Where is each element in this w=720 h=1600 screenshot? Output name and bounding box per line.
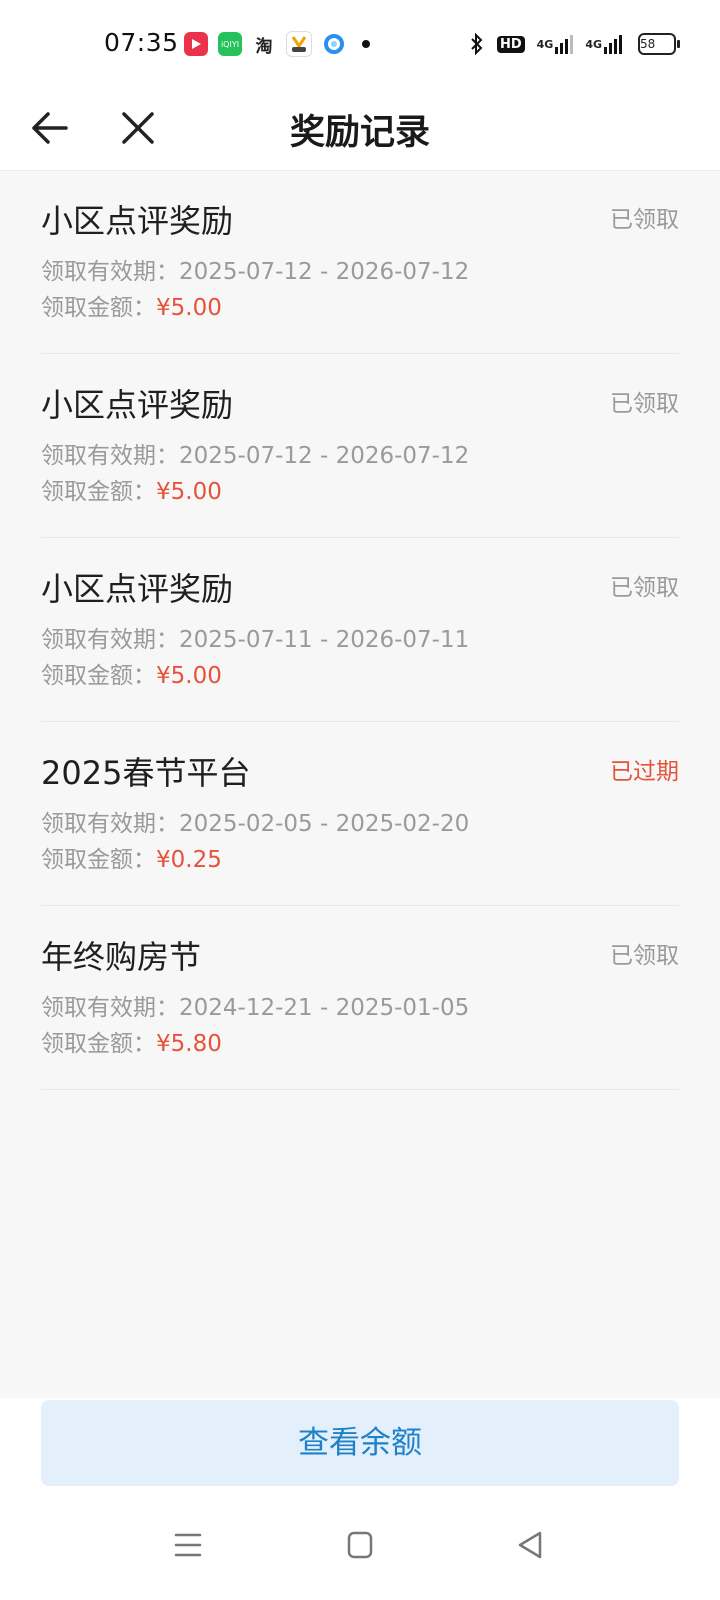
amount-value: ¥5.80 (156, 1031, 222, 1057)
video-app-icon (184, 32, 208, 56)
amount-value: ¥0.25 (156, 847, 222, 873)
status-bar: 07:35 iQIYI 淘 HD 4G 4G 58 (0, 0, 720, 88)
amount-label: 领取金额： (41, 295, 156, 321)
reward-amount: 领取金额：¥5.00 (41, 656, 222, 690)
validity-period: 领取有效期：2025-02-05 - 2025-02-20 (41, 804, 469, 838)
period-label: 领取有效期： (41, 259, 179, 285)
status-badge: 已领取 (610, 943, 679, 969)
amount-label: 领取金额： (41, 479, 156, 505)
back-nav-button[interactable] (510, 1525, 550, 1565)
qq-browser-icon (322, 32, 346, 56)
page-title: 奖励记录 (289, 113, 430, 153)
reward-amount: 领取金额：¥5.80 (41, 1024, 222, 1058)
validity-period: 领取有效期：2025-07-12 - 2026-07-12 (41, 252, 469, 286)
hd-badge: HD (496, 35, 525, 53)
signal-4g-icon: 4G (537, 34, 574, 54)
period-value: 2025-07-12 - 2026-07-12 (179, 443, 470, 469)
period-value: 2025-02-05 - 2025-02-20 (179, 811, 470, 837)
taobao-app-icon: 淘 (255, 36, 273, 57)
reward-title: 小区点评奖励 (41, 386, 234, 424)
validity-period: 领取有效期：2024-12-21 - 2025-01-05 (41, 988, 469, 1022)
reward-amount: 领取金额：¥5.00 (41, 288, 222, 322)
coin-app-icon (286, 31, 312, 57)
home-nav-button[interactable] (340, 1525, 380, 1565)
header: 奖励记录 (0, 88, 720, 171)
validity-period: 领取有效期：2025-07-12 - 2026-07-12 (41, 436, 469, 470)
reward-amount: 领取金额：¥0.25 (41, 840, 222, 874)
reward-title: 小区点评奖励 (41, 570, 234, 608)
notification-dot-icon (362, 40, 370, 48)
list-item: 小区点评奖励 已领取 领取有效期：2025-07-12 - 2026-07-12… (41, 170, 679, 354)
view-balance-button[interactable]: 查看余额 (41, 1400, 679, 1486)
status-badge: 已领取 (610, 391, 679, 417)
status-badge: 已领取 (610, 207, 679, 233)
status-indicators: HD 4G 4G 58 (457, 30, 680, 58)
status-badge: 已领取 (610, 575, 679, 601)
system-nav-bar (0, 1525, 720, 1585)
reward-title: 年终购房节 (41, 938, 202, 976)
period-label: 领取有效期： (41, 443, 179, 469)
list-item: 2025春节平台 已过期 领取有效期：2025-02-05 - 2025-02-… (41, 722, 679, 906)
period-value: 2024-12-21 - 2025-01-05 (179, 995, 470, 1021)
bluetooth-icon (469, 32, 485, 56)
status-badge: 已过期 (610, 759, 679, 785)
period-label: 领取有效期： (41, 995, 179, 1021)
period-value: 2025-07-11 - 2026-07-11 (179, 627, 470, 653)
amount-value: ¥5.00 (156, 479, 222, 505)
iqiyi-app-icon: iQIYI (218, 32, 242, 56)
amount-label: 领取金额： (41, 663, 156, 689)
square-icon (347, 1531, 373, 1559)
list-item: 小区点评奖励 已领取 领取有效期：2025-07-12 - 2026-07-12… (41, 354, 679, 538)
status-app-icons: iQIYI 淘 (184, 31, 370, 57)
amount-value: ¥5.00 (156, 295, 222, 321)
amount-label: 领取金额： (41, 847, 156, 873)
list-item: 年终购房节 已领取 领取有效期：2024-12-21 - 2025-01-05 … (41, 906, 679, 1090)
period-label: 领取有效期： (41, 811, 179, 837)
menu-nav-button[interactable] (168, 1525, 208, 1565)
amount-label: 领取金额： (41, 1031, 156, 1057)
reward-list: 小区点评奖励 已领取 领取有效期：2025-07-12 - 2026-07-12… (41, 170, 679, 1090)
period-label: 领取有效期： (41, 627, 179, 653)
menu-icon (174, 1533, 202, 1557)
status-time: 07:35 (104, 28, 179, 57)
reward-title: 2025春节平台 (41, 754, 251, 792)
validity-period: 领取有效期：2025-07-11 - 2026-07-11 (41, 620, 469, 654)
battery-icon: 58 (638, 33, 680, 55)
triangle-back-icon (518, 1531, 542, 1559)
reward-amount: 领取金额：¥5.00 (41, 472, 222, 506)
reward-title: 小区点评奖励 (41, 202, 234, 240)
list-item: 小区点评奖励 已领取 领取有效期：2025-07-11 - 2026-07-11… (41, 538, 679, 722)
period-value: 2025-07-12 - 2026-07-12 (179, 259, 470, 285)
amount-value: ¥5.00 (156, 663, 222, 689)
signal-4g-icon-2: 4G (585, 34, 626, 54)
